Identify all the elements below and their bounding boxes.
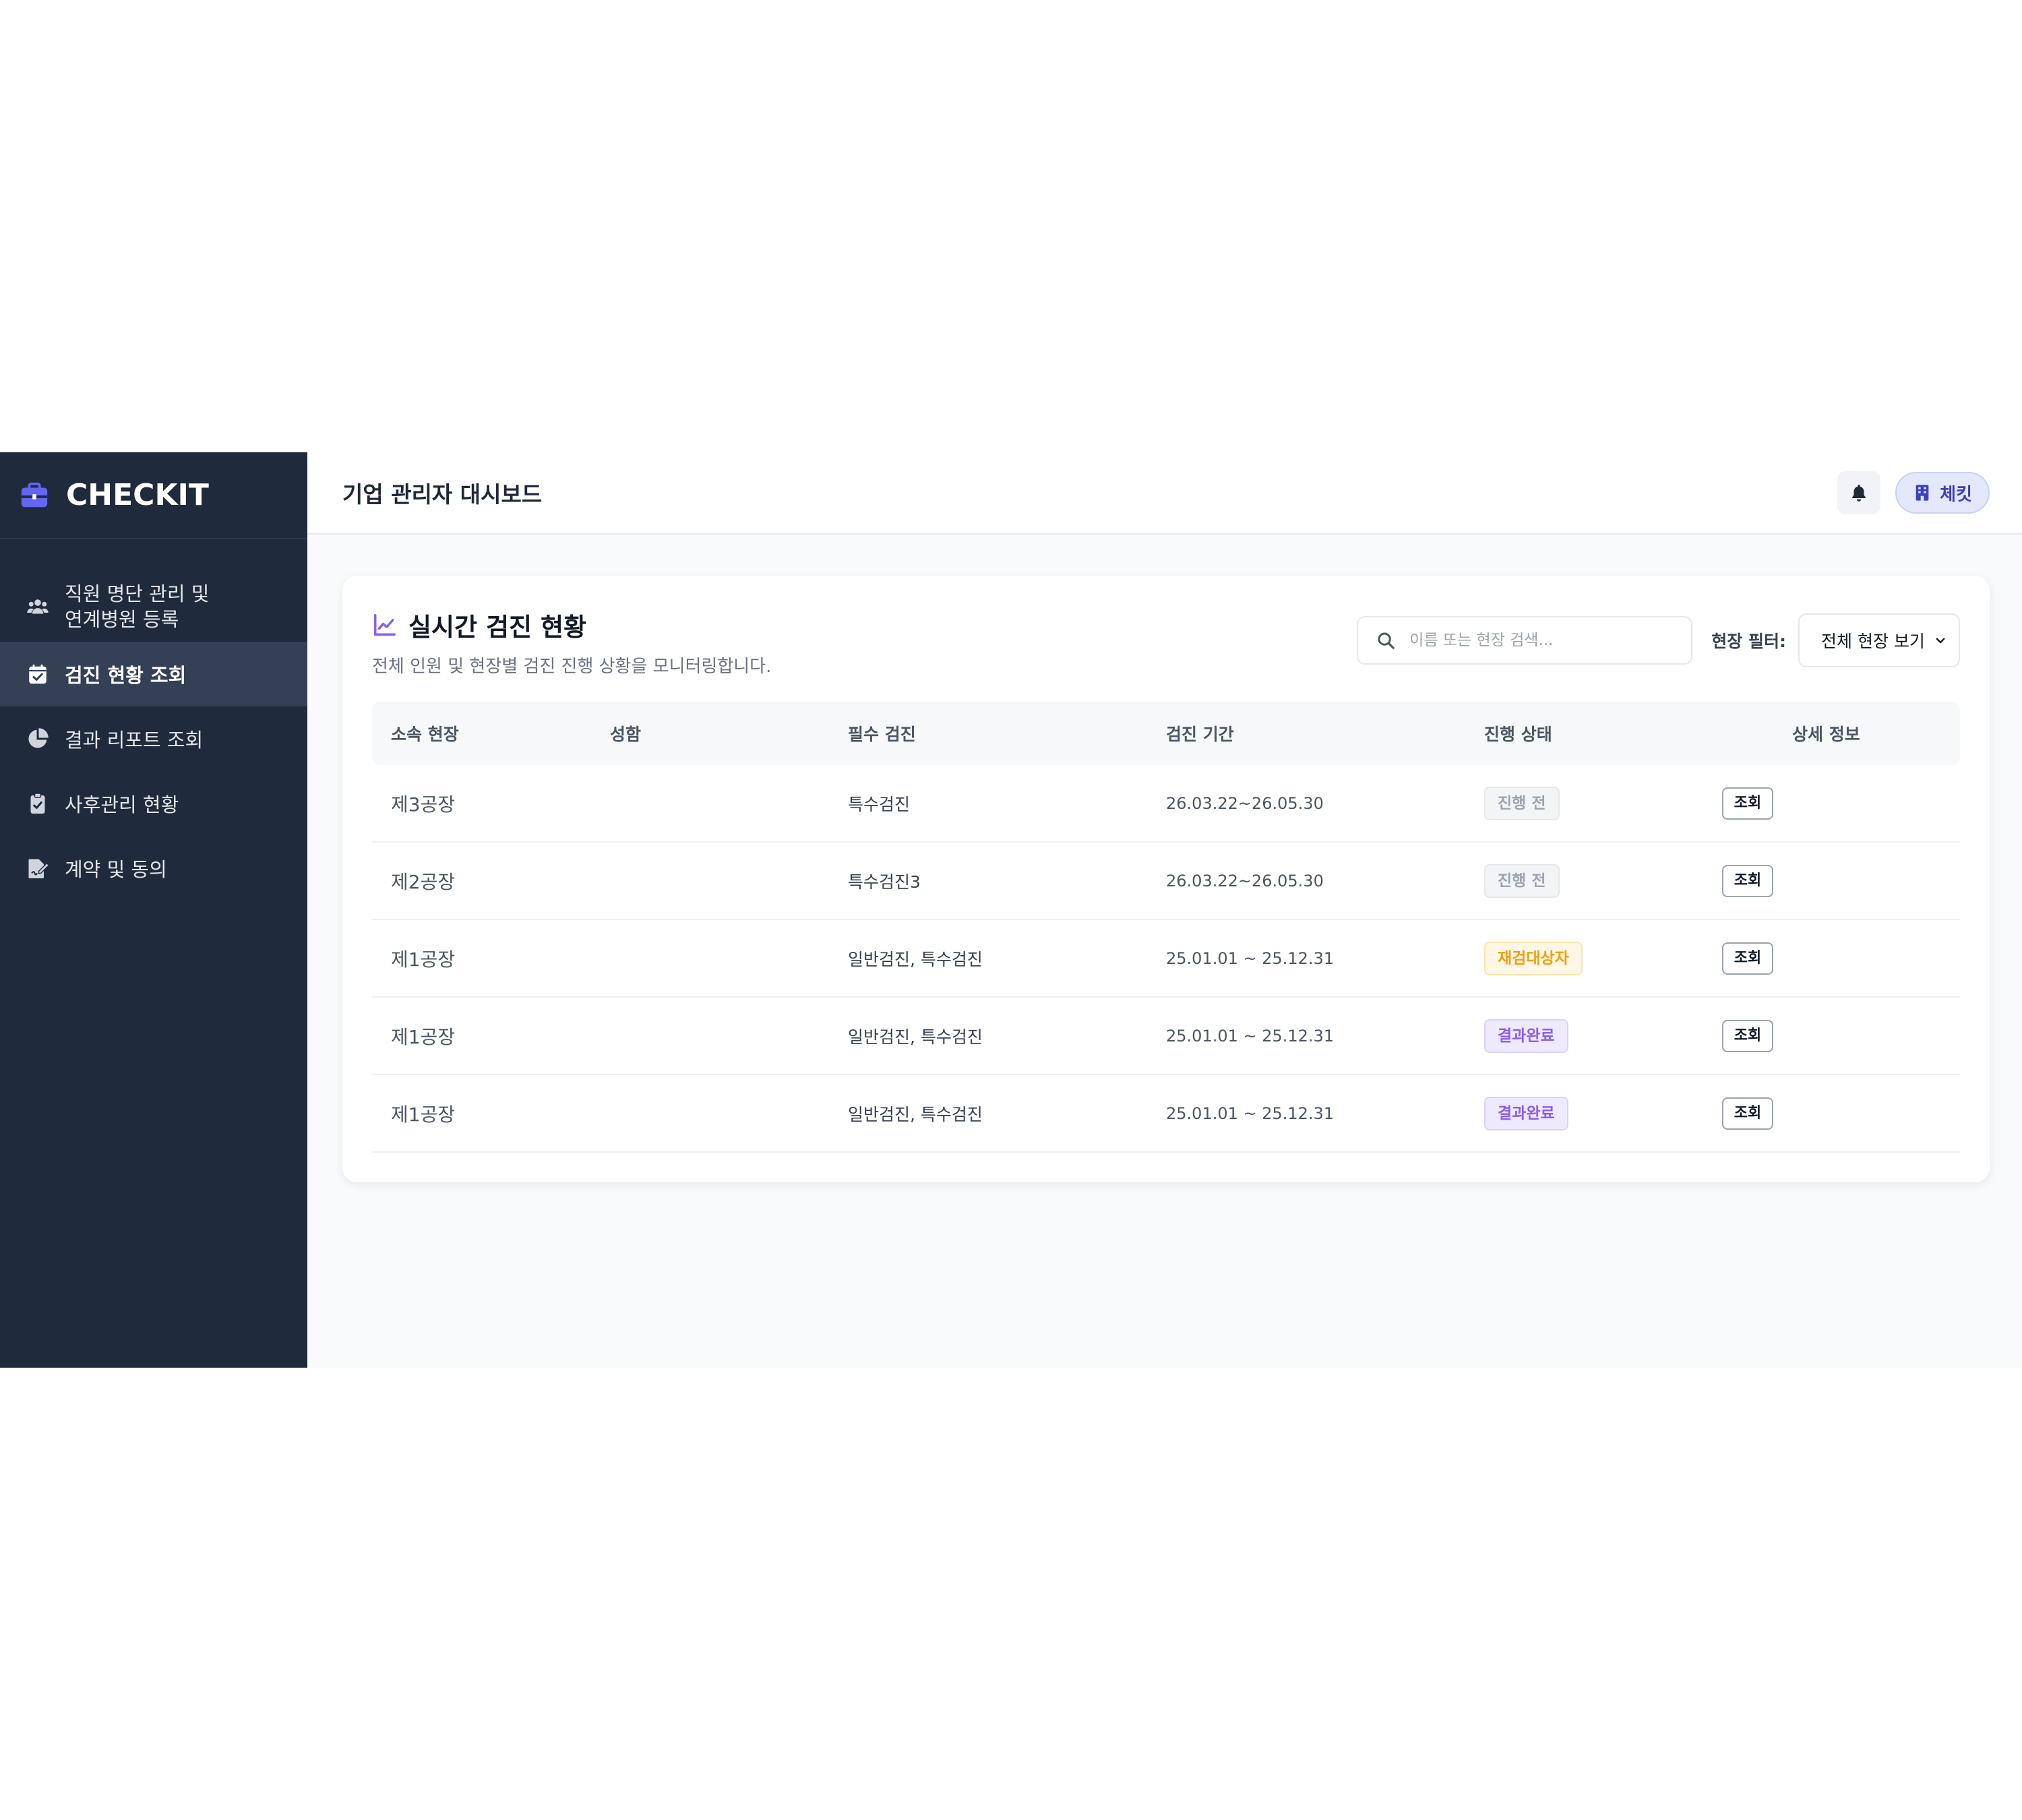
sidebar-item-label: 계약 및 동의 <box>65 858 167 881</box>
cell-exam: 일반검진, 특수검진 <box>848 1104 983 1124</box>
column-header-detail[interactable]: 상세 정보 <box>1722 721 1960 746</box>
checkup-status-card: 실시간 검진 현황 전체 인원 및 현장별 검진 진행 상황을 모니터링합니다.… <box>342 576 1990 1182</box>
sidebar-item-label-line2: 연계병원 등록 <box>65 608 179 631</box>
main-content: 기업 관리자 대시보드 체킷 실시간 검진 현황 전체 인원 및 현장별 검진 … <box>307 452 2022 1368</box>
column-header-name[interactable]: 성함 <box>610 721 848 746</box>
cell-site: 제3공장 <box>391 793 456 816</box>
sidebar-item-checkup-status[interactable]: 검진 현황 조회 <box>0 642 307 706</box>
table-row: 제1공장 일반검진, 특수검진 25.01.01 ~ 25.12.31 재검대상… <box>372 920 1960 998</box>
cell-site: 제1공장 <box>391 948 456 971</box>
sidebar-item-contract[interactable]: 계약 및 동의 <box>0 836 307 901</box>
cell-site: 제1공장 <box>391 1103 456 1126</box>
filter-label: 현장 필터: <box>1711 632 1786 651</box>
view-detail-button[interactable]: 조회 <box>1722 942 1773 975</box>
site-filter-select[interactable]: 전체 현장 보기 <box>1798 613 1960 667</box>
page-title: 기업 관리자 대시보드 <box>342 481 543 508</box>
table-row: 제3공장 특수검진 26.03.22~26.05.30 진행 전 조회 <box>372 765 1960 843</box>
app-shell: CHECKIT 직원 명단 관리 및 연계병원 등록 검진 현황 조회 결과 리… <box>0 452 2022 1368</box>
table-row: 제1공장 일반검진, 특수검진 25.01.01 ~ 25.12.31 결과완료… <box>372 998 1960 1075</box>
sidebar-item-aftercare[interactable]: 사후관리 현황 <box>0 771 307 836</box>
sidebar: CHECKIT 직원 명단 관리 및 연계병원 등록 검진 현황 조회 결과 리… <box>0 452 307 1368</box>
company-name: 체킷 <box>1940 484 1972 505</box>
cell-status: 재검대상자 <box>1484 941 1722 975</box>
cell-period: 26.03.22~26.05.30 <box>1166 793 1324 813</box>
cell-status: 결과완료 <box>1484 1096 1722 1130</box>
status-badge: 진행 전 <box>1484 786 1560 820</box>
cell-exam: 특수검진 <box>848 794 911 814</box>
table-header: 소속 현장 성함 필수 검진 검진 기간 진행 상태 상세 정보 <box>372 702 1960 765</box>
search-box[interactable] <box>1357 616 1693 665</box>
sidebar-item-label: 결과 리포트 조회 <box>65 729 204 752</box>
status-badge: 결과완료 <box>1484 1019 1568 1053</box>
cell-detail: 조회 <box>1722 1097 1960 1130</box>
sidebar-item-label: 사후관리 현황 <box>65 793 179 816</box>
topbar: 기업 관리자 대시보드 체킷 <box>307 452 2022 535</box>
site-filter-value: 전체 현장 보기 <box>1821 632 1925 651</box>
notification-button[interactable] <box>1837 471 1881 514</box>
cell-exam: 일반검진, 특수검진 <box>848 1027 983 1047</box>
users-icon <box>27 599 49 614</box>
search-icon <box>1378 632 1395 649</box>
view-detail-button[interactable]: 조회 <box>1722 1097 1773 1130</box>
table-row: 제1공장 일반검진, 특수검진 25.01.01 ~ 25.12.31 결과완료… <box>372 1075 1960 1153</box>
sidebar-item-report[interactable]: 결과 리포트 조회 <box>0 706 307 771</box>
status-badge: 결과완료 <box>1484 1096 1568 1130</box>
sidebar-nav: 직원 명단 관리 및 연계병원 등록 검진 현황 조회 결과 리포트 조회 사후… <box>0 572 307 901</box>
cell-period: 25.01.01 ~ 25.12.31 <box>1166 1026 1335 1045</box>
view-detail-button[interactable]: 조회 <box>1722 1019 1773 1052</box>
cell-detail: 조회 <box>1722 1019 1960 1052</box>
chevron-down-icon <box>1936 638 1945 644</box>
cell-status: 진행 전 <box>1484 786 1722 820</box>
bell-icon <box>1852 485 1866 502</box>
sidebar-item-label-line1: 직원 명단 관리 및 <box>65 582 210 605</box>
briefcase-icon <box>21 482 48 507</box>
card-header: 실시간 검진 현황 전체 인원 및 현장별 검진 진행 상황을 모니터링합니다.… <box>372 607 1960 677</box>
view-detail-button[interactable]: 조회 <box>1722 864 1773 897</box>
status-badge: 진행 전 <box>1484 863 1560 898</box>
card-title-text: 실시간 검진 현황 <box>408 613 587 642</box>
cell-exam: 특수검진3 <box>848 872 921 892</box>
clipboard-check-icon <box>30 793 45 814</box>
cell-site: 제2공장 <box>391 870 456 893</box>
card-tools: 현장 필터: 전체 현장 보기 <box>1357 613 1960 667</box>
company-badge[interactable]: 체킷 <box>1895 472 1990 514</box>
cell-detail: 조회 <box>1722 787 1960 820</box>
table-row: 제2공장 특수검진3 26.03.22~26.05.30 진행 전 조회 <box>372 843 1960 920</box>
top-actions: 체킷 <box>1837 471 1990 514</box>
checkup-table: 소속 현장 성함 필수 검진 검진 기간 진행 상태 상세 정보 제3공장 특수… <box>372 702 1960 1153</box>
calendar-check-icon <box>29 664 47 684</box>
building-icon <box>1916 485 1929 501</box>
status-badge: 재검대상자 <box>1484 941 1583 975</box>
cell-period: 26.03.22~26.05.30 <box>1166 871 1324 890</box>
column-header-period[interactable]: 검진 기간 <box>1166 721 1484 746</box>
cell-status: 결과완료 <box>1484 1019 1722 1053</box>
cell-status: 진행 전 <box>1484 863 1722 898</box>
cell-detail: 조회 <box>1722 864 1960 897</box>
column-header-status[interactable]: 진행 상태 <box>1484 721 1722 746</box>
cell-period: 25.01.01 ~ 25.12.31 <box>1166 948 1335 968</box>
pie-chart-icon <box>28 728 49 748</box>
cell-detail: 조회 <box>1722 942 1960 975</box>
brand-logo[interactable]: CHECKIT <box>0 452 307 539</box>
cell-period: 25.01.01 ~ 25.12.31 <box>1166 1103 1335 1123</box>
chart-line-icon <box>374 614 396 636</box>
sidebar-item-label: 검진 현황 조회 <box>65 664 187 687</box>
sidebar-item-label: 직원 명단 관리 및 연계병원 등록 <box>65 581 209 632</box>
file-signature-icon <box>28 859 50 878</box>
brand-name: CHECKIT <box>66 478 209 512</box>
cell-site: 제1공장 <box>391 1025 456 1048</box>
cell-exam: 일반검진, 특수검진 <box>848 949 983 969</box>
view-detail-button[interactable]: 조회 <box>1722 787 1773 820</box>
column-header-site[interactable]: 소속 현장 <box>372 721 610 746</box>
search-input[interactable] <box>1408 631 1667 650</box>
sidebar-item-employee-list[interactable]: 직원 명단 관리 및 연계병원 등록 <box>0 572 307 642</box>
column-header-exam[interactable]: 필수 검진 <box>848 721 1166 746</box>
